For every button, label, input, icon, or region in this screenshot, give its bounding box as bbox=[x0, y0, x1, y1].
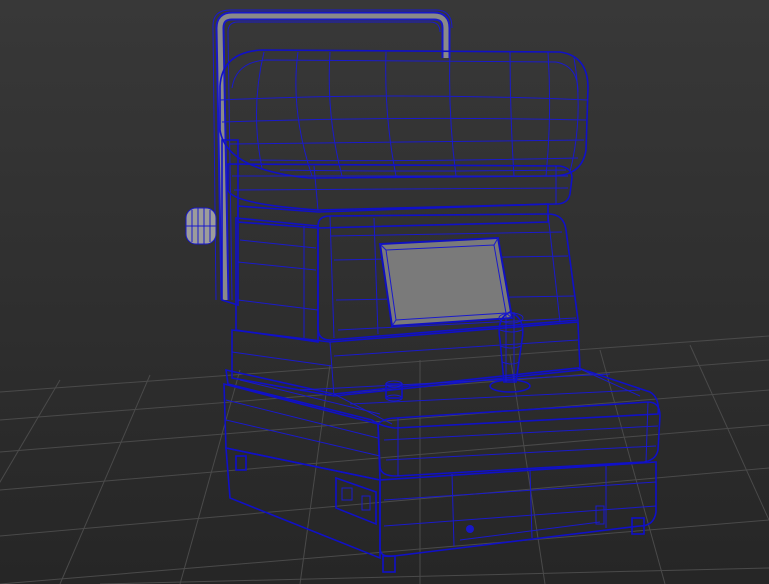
indicator-dot bbox=[466, 525, 474, 533]
viewport-canvas bbox=[0, 0, 769, 584]
3d-viewport[interactable] bbox=[0, 0, 769, 584]
viewport-background bbox=[0, 0, 769, 584]
display-screen bbox=[378, 236, 514, 328]
side-knob bbox=[185, 207, 217, 245]
